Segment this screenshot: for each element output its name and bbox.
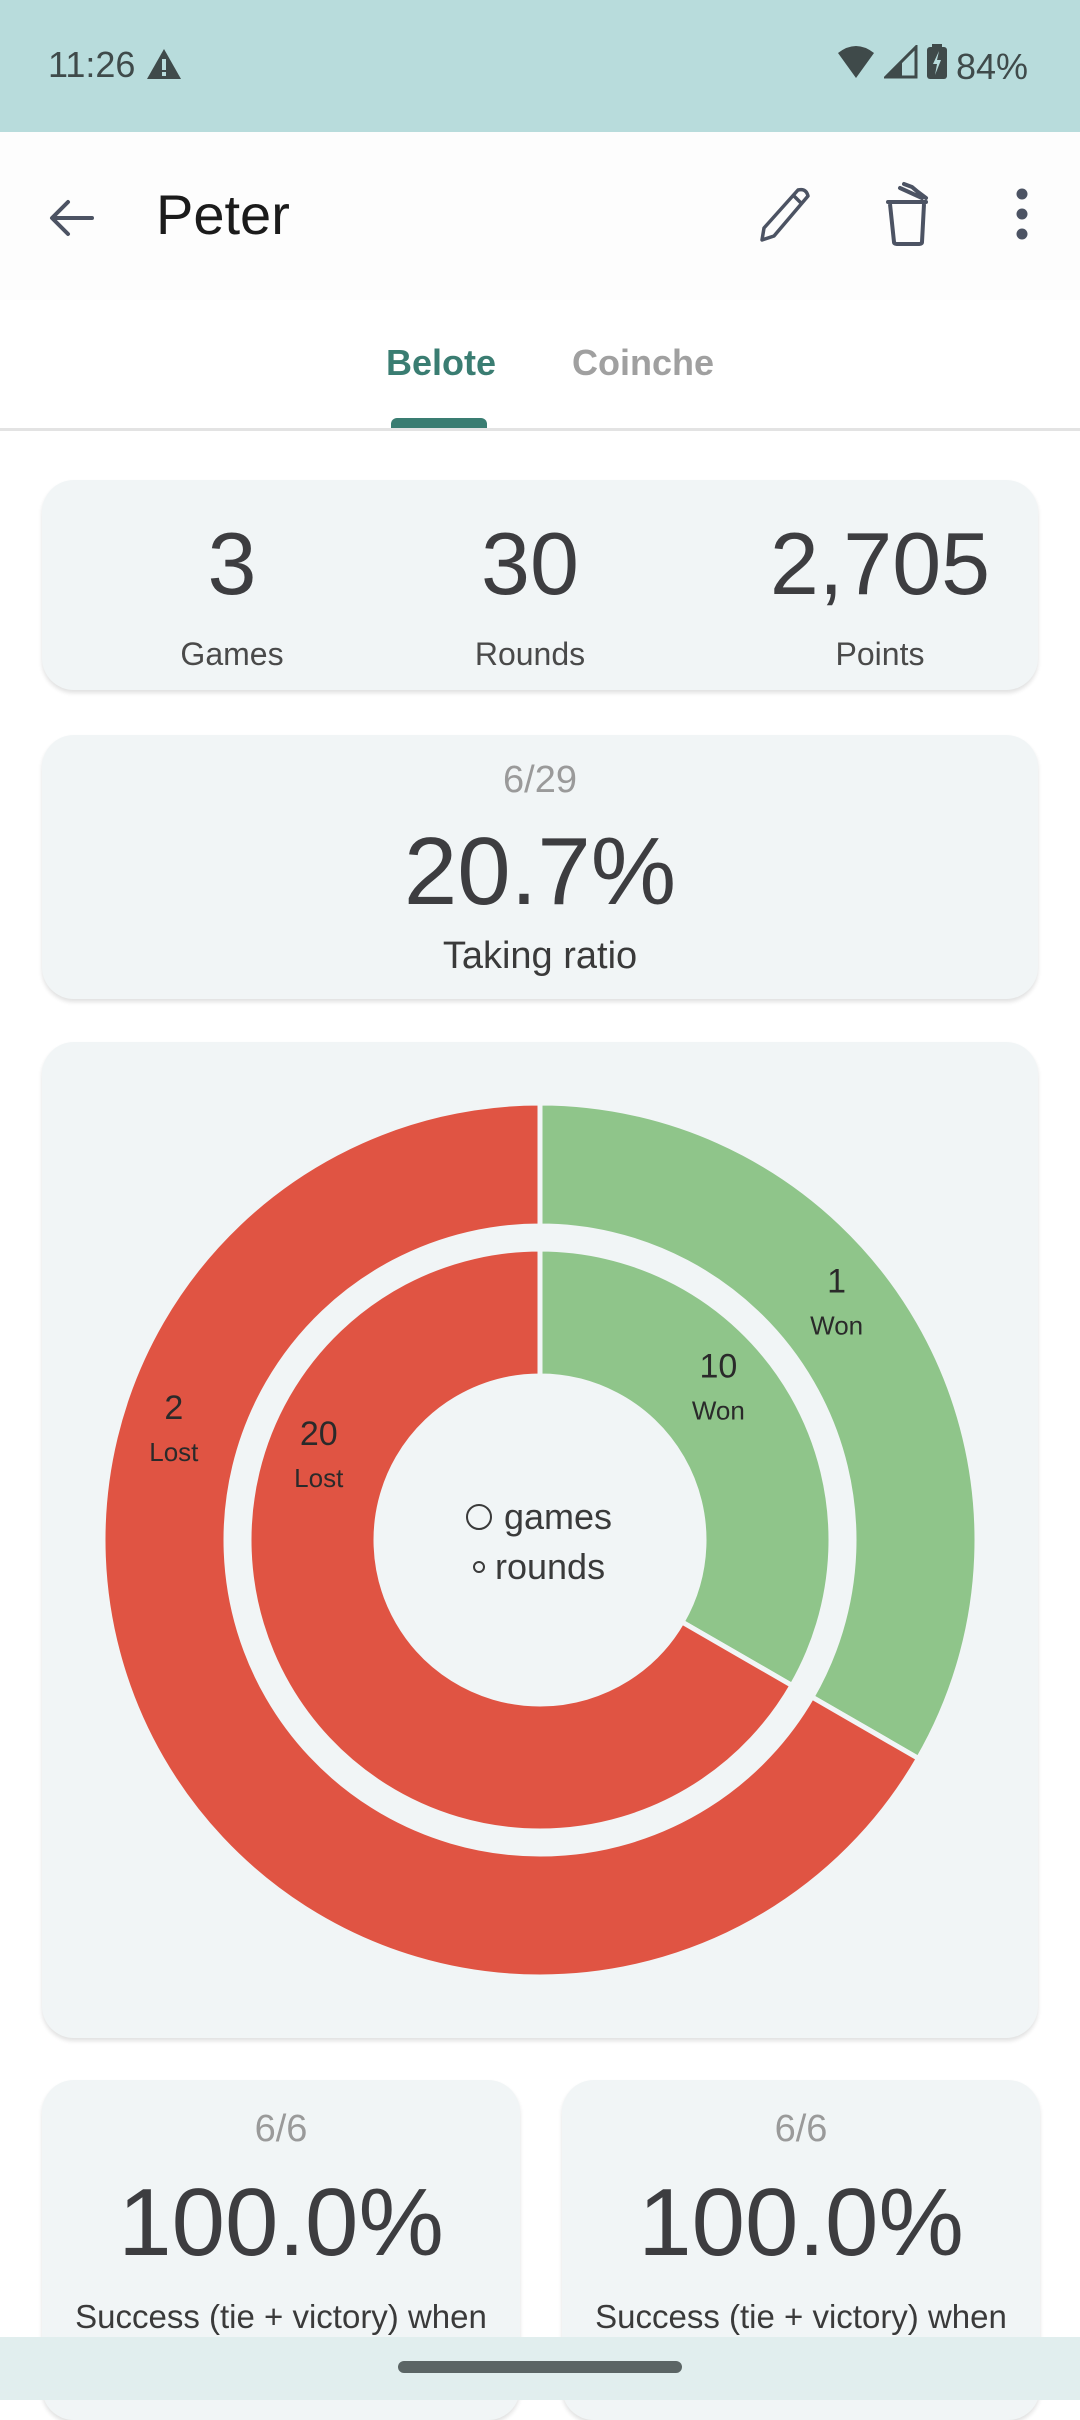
navigation-bar <box>0 2337 1080 2400</box>
status-right: 84% <box>836 43 1028 89</box>
more-vert-icon <box>1014 186 1030 247</box>
back-arrow-icon <box>44 200 100 250</box>
games-won-category-label: Won <box>810 1311 863 1341</box>
back-button[interactable] <box>44 190 100 246</box>
games-won-value-label: 1 <box>827 1263 846 1301</box>
wifi-icon <box>836 45 876 88</box>
signal-icon <box>882 43 918 88</box>
status-time: 11:26 <box>48 44 136 85</box>
rounds-lost-value-label: 20 <box>300 1415 338 1453</box>
warning-icon <box>146 48 182 85</box>
tab-indicator <box>391 418 487 428</box>
rounds-value: 30 <box>481 514 579 613</box>
rounds-won-value-label: 10 <box>699 1347 737 1385</box>
edit-pencil-icon <box>754 184 814 249</box>
games-lost-category-label: Lost <box>149 1437 199 1467</box>
success-2-fraction: 6/6 <box>774 2108 828 2150</box>
stat-games: 3 Games <box>122 520 342 673</box>
legend-rounds-label: rounds <box>495 1546 605 1587</box>
battery-percent: 84% <box>955 45 1028 87</box>
points-value: 2,705 <box>769 514 991 613</box>
delete-trash-icon <box>878 180 938 253</box>
legend-games-symbol <box>466 1504 492 1530</box>
stat-rounds: 30 Rounds <box>420 520 640 673</box>
success-2-percent: 100.0% <box>638 2169 964 2276</box>
rounds-label: Rounds <box>474 636 586 672</box>
won-lost-chart-card: 1 Won 2 Lost 10 Won 20 Lost games rounds <box>42 1042 1038 2038</box>
won-lost-donut-chart: 1 Won 2 Lost 10 Won 20 Lost games rounds <box>100 1100 980 1980</box>
app-bar: Peter <box>0 132 1080 300</box>
edit-button[interactable] <box>748 180 820 252</box>
home-gesture-handle[interactable] <box>398 2361 682 2373</box>
legend-games-label: games <box>504 1496 612 1537</box>
taking-ratio-label: Taking ratio <box>442 935 638 977</box>
summary-card: 3 Games 30 Rounds 2,705 Points <box>42 480 1038 690</box>
delete-button[interactable] <box>872 180 944 252</box>
taking-ratio-fraction: 6/29 <box>503 759 577 801</box>
success-1-fraction: 6/6 <box>254 2108 308 2150</box>
points-label: Points <box>835 636 925 672</box>
games-value: 3 <box>207 514 257 613</box>
status-bar: 11:26 84% <box>0 0 1080 132</box>
rounds-won-category-label: Won <box>692 1395 745 1425</box>
page-title: Peter <box>156 183 290 246</box>
more-options-button[interactable] <box>986 180 1058 252</box>
rounds-lost-category-label: Lost <box>294 1463 344 1493</box>
taking-ratio-percent: 20.7% <box>403 818 677 925</box>
games-lost-value-label: 2 <box>164 1389 183 1427</box>
tab-coinche[interactable]: Coinche <box>572 342 714 384</box>
games-label: Games <box>180 636 284 672</box>
tab-belote[interactable]: Belote <box>386 342 496 384</box>
tab-bar: Belote Coinche <box>0 300 1080 431</box>
taking-ratio-card: 6/29 20.7% Taking ratio <box>42 735 1038 999</box>
stat-points: 2,705 Points <box>710 520 1050 673</box>
chart-legend: games rounds <box>466 1496 612 1587</box>
success-1-percent: 100.0% <box>118 2169 444 2276</box>
battery-charging-icon <box>926 44 948 89</box>
legend-rounds-symbol <box>473 1561 485 1573</box>
